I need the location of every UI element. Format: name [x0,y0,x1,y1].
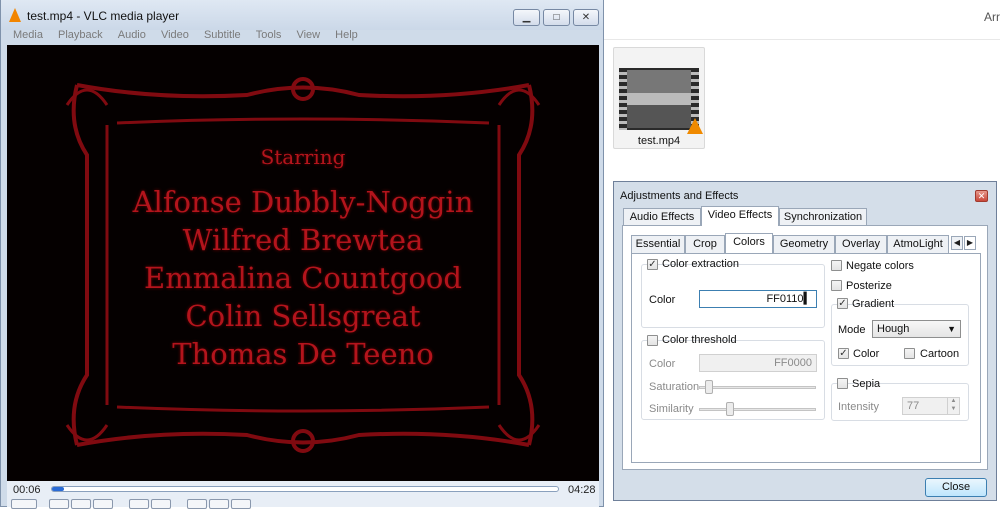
video-thumbnail [619,68,703,134]
play-button[interactable] [11,499,37,509]
sepia-checkbox[interactable] [837,378,848,389]
dialog-body: Audio Effects Video Effects Synchronizat… [620,204,990,474]
gradient-mode-label: Mode [838,324,866,336]
credit-name: Wilfred Brewtea [182,223,424,257]
extended-settings-button[interactable] [151,499,171,509]
close-button[interactable]: Close [925,478,987,497]
menu-subtitle[interactable]: Subtitle [204,29,241,41]
sepia-intensity-label: Intensity [838,401,879,413]
tab-audio-effects[interactable]: Audio Effects [623,208,701,226]
dialog-close-x-button[interactable]: ✕ [975,190,988,202]
video-display[interactable]: Starring Alfonse Dubbly-Noggin Wilfred B… [7,45,599,481]
tab-synchronization[interactable]: Synchronization [779,208,867,226]
menu-audio[interactable]: Audio [118,29,146,41]
minimize-button[interactable]: ▁ [513,9,540,26]
sepia-label: Sepia [852,378,881,390]
subtab-colors[interactable]: Colors [725,233,773,253]
menu-help[interactable]: Help [335,29,358,41]
menu-tools[interactable]: Tools [256,29,282,41]
saturation-slider-thumb[interactable] [705,380,713,394]
tab-scroll-left-icon[interactable]: ◀ [951,236,963,250]
seek-bar-area: 00:06 04:28 [7,481,599,497]
color-threshold-checkbox[interactable] [647,335,658,346]
credit-name: Thomas De Teeno [172,337,434,371]
explorer-topbar: Arr [604,0,1000,40]
gradient-mode-select[interactable]: Hough ▼ [872,320,961,338]
adjustments-dialog: Adjustments and Effects ✕ Audio Effects … [613,181,997,501]
saturation-label: Saturation [649,381,700,393]
corner-text: Arr [984,10,1000,24]
subtab-essential[interactable]: Essential [631,235,685,253]
previous-button[interactable] [49,499,69,509]
thumbnail-scene [627,70,691,128]
seek-progress [52,487,64,491]
negate-colors-label: Negate colors [846,260,914,272]
seek-slider[interactable] [51,486,559,492]
spin-down-icon[interactable]: ▼ [947,406,959,414]
color-threshold-input[interactable]: FF0000 [699,354,817,372]
similarity-label: Similarity [649,403,694,415]
subtab-atmolight[interactable]: AtmoLight [887,235,949,253]
color-threshold-color-label: Color [649,358,676,370]
color-extraction-input[interactable]: FF0110▍ [699,290,817,308]
subtab-crop[interactable]: Crop [685,235,725,253]
dialog-title: Adjustments and Effects [620,190,739,202]
time-elapsed: 00:06 [13,484,41,496]
credits-overlay: Starring Alfonse Dubbly-Noggin Wilfred B… [7,45,599,481]
vlc-window: test.mp4 - VLC media player ▁ □ ✕ Media … [0,0,604,509]
cartoon-checkbox[interactable] [904,348,915,359]
menu-bar: Media Playback Audio Video Subtitle Tool… [7,29,597,45]
similarity-slider[interactable] [699,408,816,411]
cartoon-label: Cartoon [920,348,960,360]
menu-media[interactable]: Media [13,29,43,41]
gradient-color-checkbox[interactable] [838,348,849,359]
credits-heading: Starring [260,145,346,169]
playlist-button[interactable] [187,499,207,509]
time-total: 04:28 [568,484,596,496]
chevron-down-icon: ▼ [947,324,956,334]
file-tile-test-mp4[interactable]: test.mp4 [613,47,705,149]
color-extraction-label: Color extraction [662,258,740,270]
colors-panel: Color extraction Color FF0110▍ Color thr… [631,253,981,463]
video-effects-panel: Essential Crop Colors Geometry Overlay A… [622,225,988,470]
gradient-checkbox[interactable] [837,298,848,309]
credit-name: Colin Sellsgreat [185,299,421,333]
vlc-titlebar[interactable]: test.mp4 - VLC media player ▁ □ ✕ [1,0,603,30]
sepia-intensity-spinbox[interactable]: 77 ▲ ▼ [902,397,960,415]
credit-name: Emmalina Countgood [144,261,462,295]
file-name-label: test.mp4 [637,135,681,147]
gradient-color-label: Color [853,348,880,360]
menu-video[interactable]: Video [161,29,189,41]
menu-view[interactable]: View [296,29,320,41]
tab-video-effects[interactable]: Video Effects [701,206,779,226]
color-threshold-label: Color threshold [662,334,737,346]
spin-up-icon[interactable]: ▲ [947,398,959,406]
credit-name: Alfonse Dubbly-Noggin [132,185,474,219]
next-button[interactable] [93,499,113,509]
subtab-geometry[interactable]: Geometry [773,235,835,253]
subtab-overlay[interactable]: Overlay [835,235,887,253]
similarity-slider-thumb[interactable] [726,402,734,416]
vlc-cone-icon [9,8,21,22]
color-extraction-checkbox[interactable] [647,259,658,270]
window-title: test.mp4 - VLC media player [27,9,180,23]
close-window-button[interactable]: ✕ [573,9,599,26]
negate-colors-checkbox[interactable] [831,260,842,271]
saturation-slider[interactable] [699,386,816,389]
menu-playback[interactable]: Playback [58,29,103,41]
color-extraction-color-label: Color [649,294,676,306]
fullscreen-button[interactable] [129,499,149,509]
gradient-label: Gradient [852,298,895,310]
loop-button[interactable] [209,499,229,509]
shuffle-button[interactable] [231,499,251,509]
posterize-label: Posterize [846,280,892,292]
playback-controls [7,497,599,509]
stop-button[interactable] [71,499,91,509]
posterize-checkbox[interactable] [831,280,842,291]
film-strip-left [619,68,627,130]
maximize-button[interactable]: □ [543,9,570,26]
vlc-cone-icon [687,118,703,134]
tab-scroll-right-icon[interactable]: ▶ [964,236,976,250]
